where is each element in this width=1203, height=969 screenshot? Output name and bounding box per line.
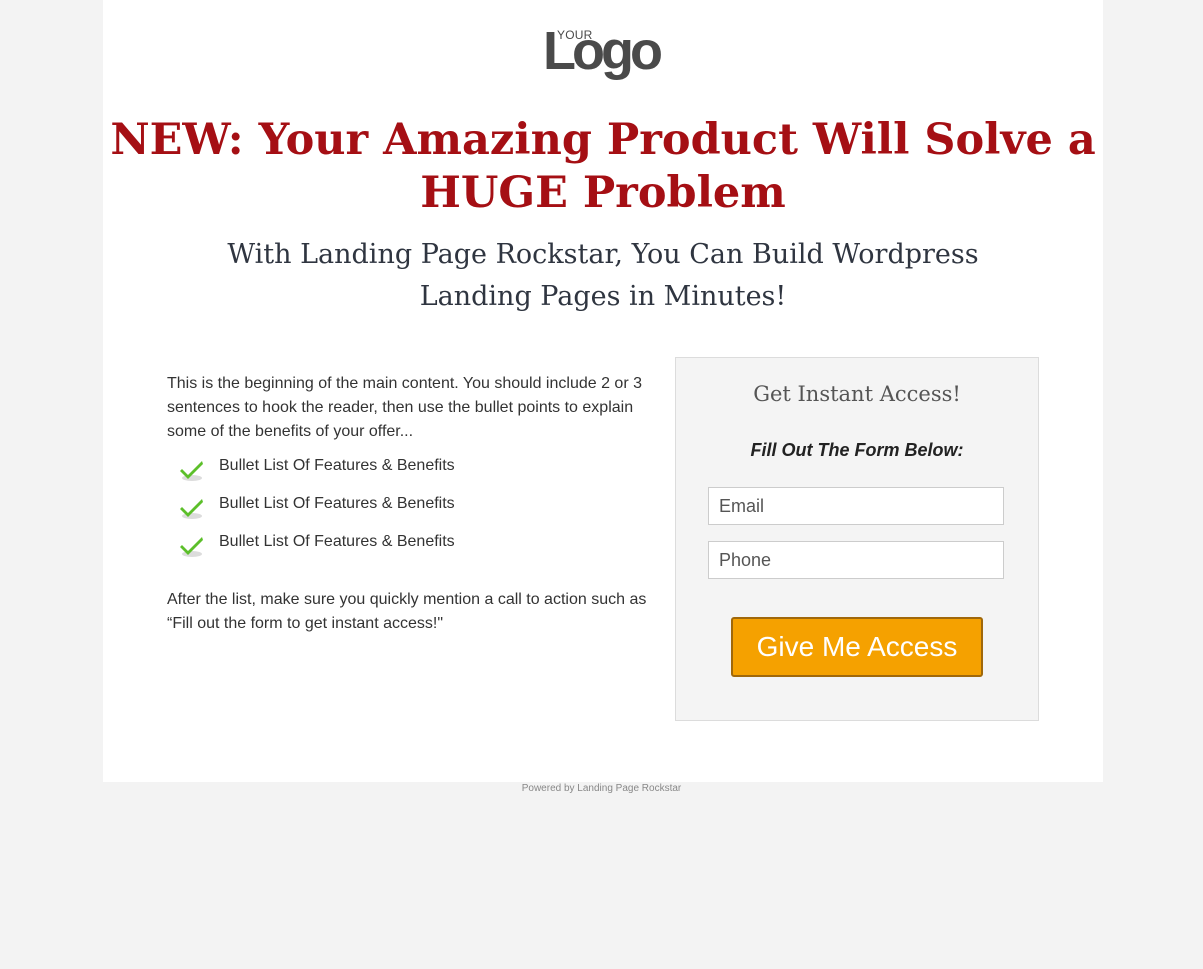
logo-small-text: YOUR — [557, 28, 593, 42]
landing-page: Logo YOUR NEW: Your Amazing Product Will… — [103, 0, 1103, 782]
form-title: Get Instant Access! — [753, 382, 961, 406]
main-content: This is the beginning of the main conten… — [167, 372, 651, 636]
phone-field[interactable] — [708, 541, 1004, 579]
footer-credit: Powered by Landing Page Rockstar — [521, 783, 682, 794]
list-item-label: Bullet List Of Features & Benefits — [219, 495, 455, 512]
check-icon — [180, 537, 203, 557]
cta-paragraph: After the list, make sure you quickly me… — [167, 591, 647, 632]
check-icon — [180, 461, 203, 481]
page-headline: NEW: Your Amazing Product Will Solve a H… — [110, 115, 1096, 218]
list-item-label: Bullet List Of Features & Benefits — [219, 457, 455, 474]
benefits-list: Bullet List Of Features & Benefits Bulle… — [167, 457, 651, 576]
page-subheadline: With Landing Page Rockstar, You Can Buil… — [227, 239, 979, 312]
form-subtitle: Fill Out The Form Below: — [750, 440, 964, 460]
check-icon — [180, 499, 203, 519]
intro-paragraph: This is the beginning of the main conten… — [167, 375, 642, 440]
give-me-access-button[interactable]: Give Me Access — [731, 617, 983, 677]
list-item: Bullet List Of Features & Benefits — [167, 533, 651, 576]
signup-form: Get Instant Access! Fill Out The Form Be… — [675, 357, 1039, 721]
logo: Logo YOUR — [543, 21, 663, 88]
email-field[interactable] — [708, 487, 1004, 525]
list-item-label: Bullet List Of Features & Benefits — [219, 533, 455, 550]
